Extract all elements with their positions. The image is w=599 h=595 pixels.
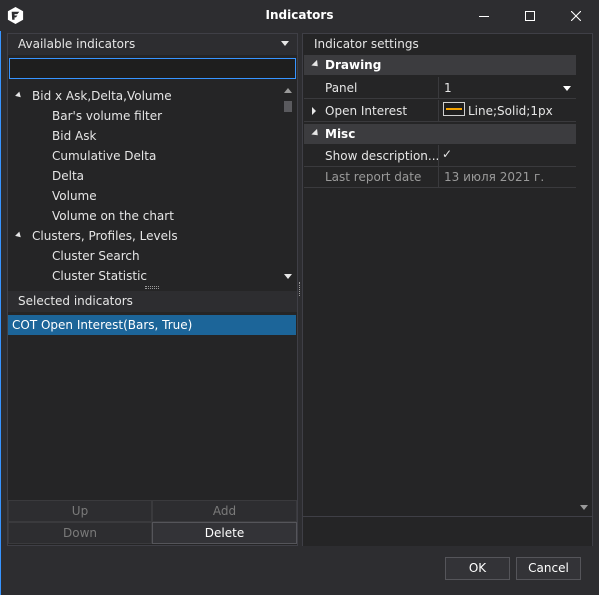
tree-category[interactable]: Clusters, Profiles, Levels [8, 226, 281, 246]
add-button[interactable]: Add [152, 500, 297, 522]
tree-item[interactable]: Cluster Search [8, 246, 281, 266]
available-indicators-label: Available indicators [18, 37, 136, 51]
property-name: Open Interest [325, 104, 408, 118]
chevron-down-icon[interactable] [563, 86, 571, 91]
close-icon [571, 10, 581, 21]
selected-indicators-label: Selected indicators [18, 294, 133, 308]
scroll-down-icon[interactable] [284, 274, 292, 279]
tree-item[interactable]: Volume [8, 186, 281, 206]
tree-item-label: Cluster Statistic [52, 269, 148, 283]
tree-item[interactable]: Delta [8, 166, 281, 186]
indicator-settings-label: Indicator settings [314, 37, 419, 51]
tree-item-label: Delta [52, 169, 85, 183]
maximize-icon [525, 10, 535, 21]
scrollbar-thumb[interactable] [284, 101, 292, 112]
selected-indicator-label: COT Open Interest(Bars, True) [12, 318, 193, 332]
property-name: Show description... [325, 149, 440, 163]
maximize-button[interactable] [507, 0, 553, 31]
delete-button[interactable]: Delete [152, 522, 297, 544]
selected-indicator-item[interactable]: COT Open Interest(Bars, True) [8, 315, 296, 335]
vertical-splitter-grip[interactable] [299, 282, 301, 296]
property-row-open-interest[interactable]: Open Interest Line;Solid;1px [304, 100, 576, 122]
column-divider [438, 77, 439, 99]
tree-item[interactable]: Cluster Statistic [8, 266, 281, 286]
available-indicators-dropdown[interactable]: Available indicators [8, 34, 297, 55]
category-drawing[interactable]: Drawing [304, 55, 576, 75]
tree-item-label: Cluster Search [52, 249, 140, 263]
search-input[interactable] [9, 58, 296, 79]
scroll-down-icon[interactable] [580, 505, 588, 510]
tree-item-label: Bid Ask [52, 129, 97, 143]
horizontal-splitter-grip[interactable] [145, 286, 159, 289]
expand-icon[interactable] [311, 128, 321, 139]
cancel-button[interactable]: Cancel [516, 557, 581, 580]
window-border [0, 31, 1, 595]
category-label: Drawing [325, 58, 382, 72]
line-style-value[interactable]: Line;Solid;1px [468, 100, 553, 122]
expand-icon[interactable] [15, 231, 23, 240]
close-button[interactable] [553, 0, 599, 31]
tree-scrollbar[interactable] [281, 84, 296, 284]
property-name: Panel [325, 81, 358, 95]
indicator-tree: Bid x Ask,Delta,Volume Bar's volume filte… [8, 84, 281, 284]
indicator-settings-header: Indicator settings [303, 34, 592, 54]
settings-description-area [303, 516, 592, 546]
expand-icon[interactable] [311, 59, 321, 70]
column-divider [438, 166, 439, 188]
minimize-button[interactable] [461, 0, 507, 31]
column-divider [438, 100, 439, 122]
selected-indicators-header: Selected indicators [8, 291, 297, 312]
column-divider [438, 145, 439, 167]
checkbox-check-icon[interactable]: ✓ [442, 147, 452, 161]
category-misc[interactable]: Misc [304, 124, 576, 144]
tree-item[interactable]: Bar's volume filter [8, 106, 281, 126]
property-name: Last report date [325, 170, 422, 184]
tree-item-label: Bid x Ask,Delta,Volume [32, 89, 172, 103]
up-button[interactable]: Up [8, 500, 152, 522]
category-label: Misc [325, 127, 356, 141]
title-bar: Indicators [0, 0, 599, 31]
property-row-show-description[interactable]: Show description... [304, 145, 576, 167]
tree-item-label: Bar's volume filter [52, 109, 163, 123]
chevron-down-icon [281, 41, 289, 46]
minimize-icon [479, 15, 489, 17]
tree-item-label: Clusters, Profiles, Levels [32, 229, 178, 243]
property-value: 13 июля 2021 г. [444, 170, 545, 184]
tree-item[interactable]: Volume on the chart [8, 206, 281, 226]
down-button[interactable]: Down [8, 522, 152, 544]
property-row-last-report-date: Last report date 13 июля 2021 г. [304, 166, 576, 188]
panel-dropdown[interactable]: 1 [444, 77, 452, 99]
tree-item-label: Volume [52, 189, 97, 203]
scroll-up-icon[interactable] [284, 88, 292, 93]
selected-indicators-list [8, 313, 297, 499]
chevron-right-icon[interactable] [312, 107, 316, 115]
settings-scrollbar[interactable] [577, 55, 591, 515]
tree-item[interactable]: Bid Ask [8, 126, 281, 146]
tree-item-label: Volume on the chart [52, 209, 174, 223]
ok-button[interactable]: OK [445, 557, 510, 580]
tree-category[interactable]: Bid x Ask,Delta,Volume [8, 86, 281, 106]
tree-item[interactable]: Cumulative Delta [8, 146, 281, 166]
tree-item-label: Cumulative Delta [52, 149, 157, 163]
expand-icon[interactable] [15, 91, 23, 100]
property-row-panel[interactable]: Panel 1 [304, 77, 576, 99]
line-color-sample [446, 108, 462, 110]
